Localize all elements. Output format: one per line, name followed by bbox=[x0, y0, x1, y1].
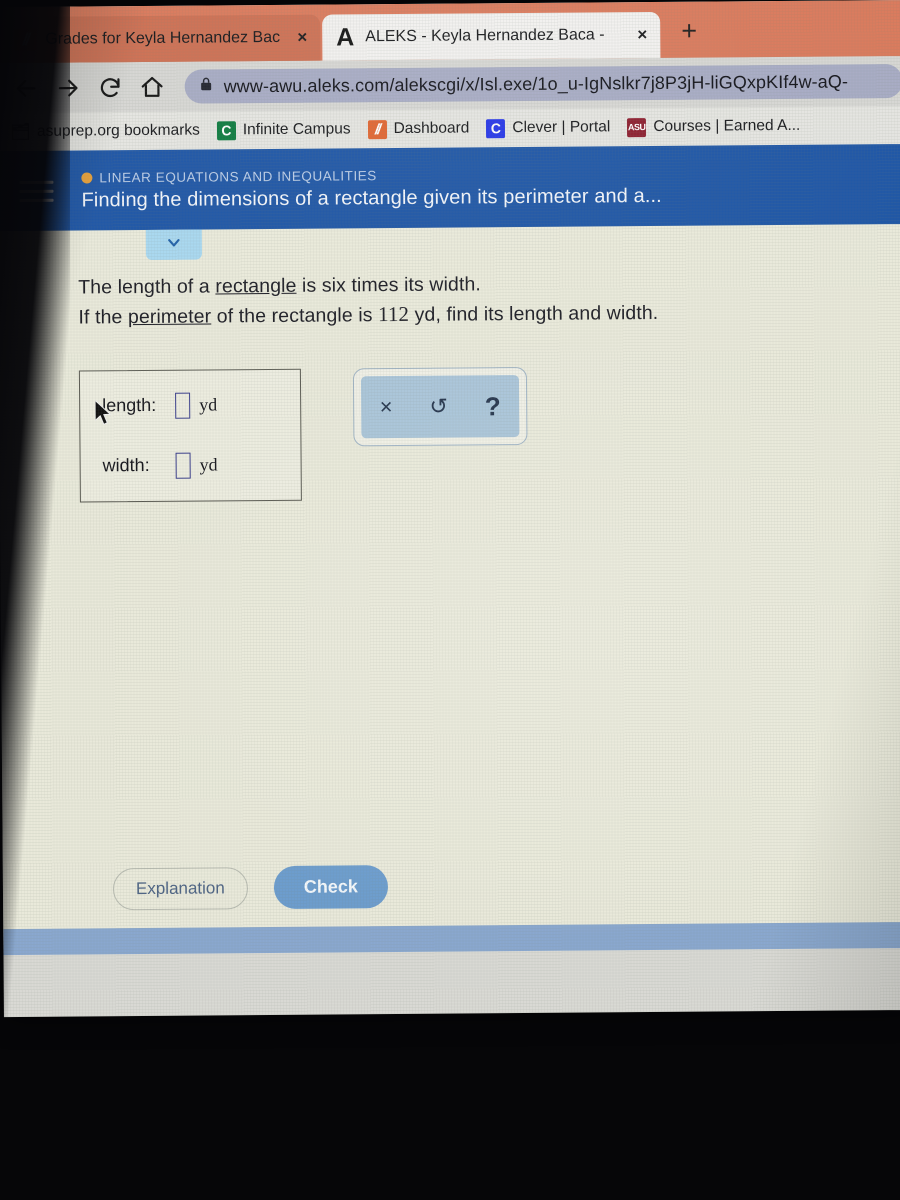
close-icon[interactable]: × bbox=[634, 25, 650, 45]
browser-tab-aleks[interactable]: A ALEKS - Keyla Hernandez Baca - × bbox=[322, 11, 661, 61]
bookmark-label: Courses | Earned A... bbox=[653, 116, 801, 136]
explanation-button[interactable]: Explanation bbox=[112, 866, 248, 910]
clear-icon[interactable]: × bbox=[380, 394, 393, 419]
help-icon[interactable]: ? bbox=[485, 391, 501, 421]
asu-icon: // bbox=[14, 28, 37, 52]
aleks-a-icon: A bbox=[336, 22, 355, 51]
answer-field-width: width: yd bbox=[103, 451, 301, 479]
browser-window: // Grades for Keyla Hernandez Bac × A AL… bbox=[0, 0, 900, 1018]
width-input[interactable] bbox=[175, 452, 191, 479]
answer-field-length: length: yd bbox=[102, 391, 300, 419]
browser-tab-strip: // Grades for Keyla Hernandez Bac × A AL… bbox=[0, 0, 900, 64]
bookmark-asuprep[interactable]: 🗂 asuprep.org bookmarks bbox=[10, 121, 200, 142]
length-unit: yd bbox=[199, 394, 218, 415]
home-icon[interactable] bbox=[133, 68, 171, 106]
back-arrow-icon[interactable] bbox=[7, 69, 45, 107]
browser-toolbar: www-awu.aleks.com/alekscgi/x/Isl.exe/1o_… bbox=[0, 55, 900, 114]
bookmark-label: Dashboard bbox=[393, 119, 470, 138]
forward-arrow-icon[interactable] bbox=[49, 68, 87, 106]
bookmark-infinite-campus[interactable]: C Infinite Campus bbox=[216, 120, 351, 140]
page-footer-bar bbox=[3, 921, 900, 956]
action-buttons: Explanation Check bbox=[112, 865, 388, 910]
question-text: is six times its width. bbox=[296, 273, 481, 297]
clever-icon: C bbox=[486, 118, 506, 138]
length-input[interactable] bbox=[175, 392, 191, 419]
bookmark-dashboard[interactable]: // Dashboard bbox=[367, 119, 469, 139]
question-line-2: If the perimeter of the rectangle is 112… bbox=[78, 296, 900, 332]
reload-icon[interactable] bbox=[91, 68, 129, 106]
status-dot-icon bbox=[81, 172, 93, 184]
tab-title: Grades for Keyla Hernandez Bac bbox=[45, 28, 281, 48]
undo-icon[interactable]: ↺ bbox=[429, 393, 448, 418]
perimeter-value: 112 bbox=[377, 301, 410, 326]
perimeter-glossary-link[interactable]: perimeter bbox=[128, 305, 211, 328]
bookmark-label: Clever | Portal bbox=[512, 118, 611, 137]
asu-courses-icon: ASU bbox=[627, 117, 647, 137]
photographed-screen: // Grades for Keyla Hernandez Bac × A AL… bbox=[0, 0, 900, 1200]
folder-icon: 🗂 bbox=[10, 123, 31, 142]
question-content: The length of a rectangle is six times i… bbox=[0, 224, 900, 503]
question-text: yd, find its length and width. bbox=[409, 301, 659, 326]
check-button[interactable]: Check bbox=[273, 865, 388, 910]
bookmark-clever-portal[interactable]: C Clever | Portal bbox=[486, 118, 610, 138]
topic-category: LINEAR EQUATIONS AND INEQUALITIES bbox=[81, 166, 661, 186]
asu-icon: // bbox=[367, 119, 387, 139]
question-text: of the rectangle is bbox=[211, 303, 379, 328]
aleks-header: LINEAR EQUATIONS AND INEQUALITIES Findin… bbox=[0, 143, 900, 232]
answer-box: length: yd width: yd bbox=[78, 368, 302, 503]
hamburger-menu-icon[interactable] bbox=[15, 170, 57, 212]
answer-toolbar: × ↺ ? bbox=[352, 366, 528, 446]
address-bar[interactable]: www-awu.aleks.com/alekscgi/x/Isl.exe/1o_… bbox=[184, 64, 900, 104]
bookmark-label: Infinite Campus bbox=[242, 120, 351, 139]
topic-category-label: LINEAR EQUATIONS AND INEQUALITIES bbox=[99, 168, 377, 186]
width-label: width: bbox=[102, 454, 150, 476]
rectangle-glossary-link[interactable]: rectangle bbox=[215, 275, 296, 298]
width-unit: yd bbox=[199, 454, 218, 475]
tab-title: ALEKS - Keyla Hernandez Baca - bbox=[365, 26, 605, 46]
answer-area: length: yd width: yd × ↺ ? bbox=[78, 363, 900, 503]
question-text: If the bbox=[78, 305, 129, 329]
close-icon[interactable]: × bbox=[294, 28, 310, 48]
bookmark-courses-earned[interactable]: ASU Courses | Earned A... bbox=[627, 116, 801, 137]
aleks-page: LINEAR EQUATIONS AND INEQUALITIES Findin… bbox=[0, 143, 900, 956]
page-title: Finding the dimensions of a rectangle gi… bbox=[81, 184, 662, 212]
infinite-campus-icon: C bbox=[216, 120, 236, 140]
lock-icon bbox=[199, 75, 214, 97]
mouse-cursor-icon bbox=[94, 399, 114, 431]
bookmark-label: asuprep.org bookmarks bbox=[36, 121, 200, 140]
address-bar-url: www-awu.aleks.com/alekscgi/x/Isl.exe/1o_… bbox=[223, 70, 849, 96]
new-tab-button[interactable]: + bbox=[672, 14, 706, 48]
question-text: The length of a bbox=[78, 275, 216, 299]
browser-tab-grades[interactable]: // Grades for Keyla Hernandez Bac × bbox=[2, 14, 321, 64]
